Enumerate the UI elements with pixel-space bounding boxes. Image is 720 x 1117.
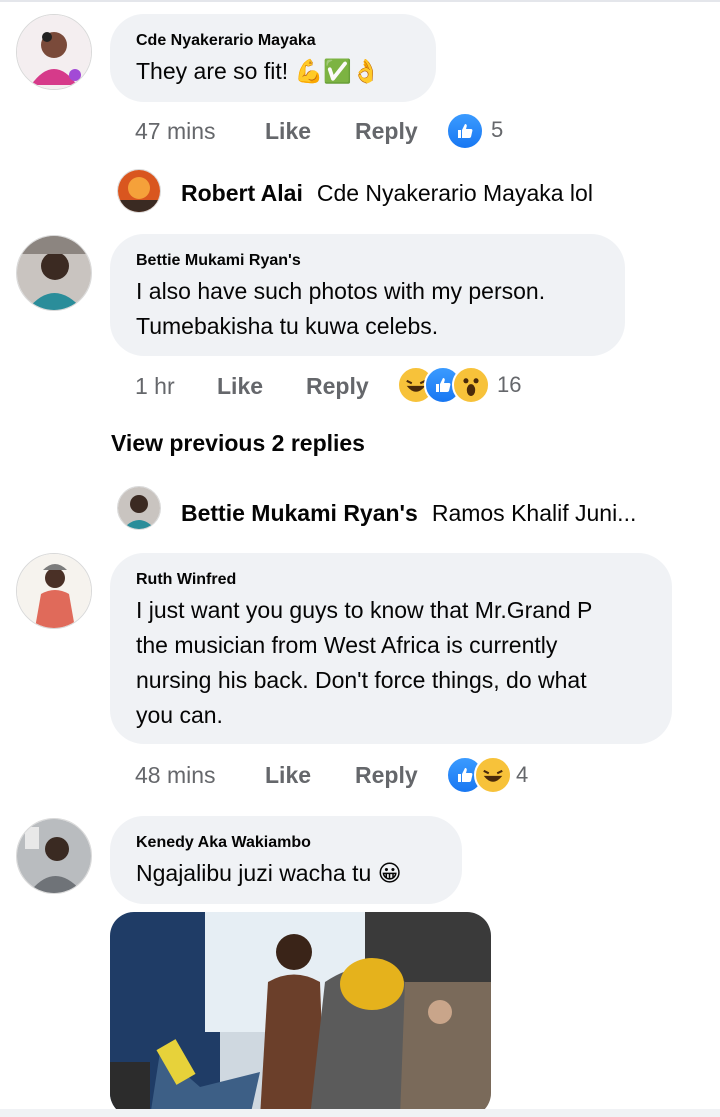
reply-button[interactable]: Reply (355, 762, 418, 789)
haha-icon[interactable] (474, 756, 512, 794)
comment-text: Ngajalibu juzi wacha tu 😀 (136, 860, 402, 886)
comment-text-line: I just want you guys to know that Mr.Gra… (136, 597, 593, 623)
like-button[interactable]: Like (265, 762, 311, 789)
view-previous-replies-link[interactable]: View previous 2 replies (111, 430, 365, 457)
avatar-image (118, 487, 160, 529)
avatar[interactable] (16, 818, 92, 894)
reaction-count[interactable]: 5 (491, 117, 503, 143)
comment-time: 47 mins (135, 118, 216, 144)
reaction-count[interactable]: 16 (497, 372, 521, 398)
like-button[interactable]: Like (217, 373, 263, 400)
reply-preview[interactable]: Cde Nyakerario Mayaka lol (317, 180, 593, 206)
comment-bubble[interactable]: Ruth Winfred I just want you guys to kno… (110, 553, 672, 744)
reply-author[interactable]: Bettie Mukami Ryan's (181, 500, 418, 526)
comment-bubble[interactable]: Kenedy Aka Wakiambo Ngajalibu juzi wacha… (110, 816, 462, 904)
comment-text: They are so fit! 💪✅👌 (136, 58, 381, 84)
avatar-image (17, 554, 91, 628)
commenter-name[interactable]: Ruth Winfred (136, 571, 236, 589)
comment-bubble[interactable]: Bettie Mukami Ryan's I also have such ph… (110, 234, 625, 356)
reply-author[interactable]: Robert Alai (181, 180, 303, 206)
comment-text-line: Tumebakisha tu kuwa celebs. (136, 313, 439, 339)
comment-text-line: I also have such photos with my person. (136, 278, 546, 304)
wow-icon[interactable] (452, 366, 490, 404)
reply-preview[interactable]: Ramos Khalif Juni... (432, 500, 637, 526)
commenter-name[interactable]: Bettie Mukami Ryan's (136, 252, 301, 270)
like-icon[interactable] (446, 112, 484, 150)
bottom-divider (0, 1109, 720, 1117)
reply-button[interactable]: Reply (306, 373, 369, 400)
commenter-name[interactable]: Kenedy Aka Wakiambo (136, 834, 311, 852)
comment-text-line: nursing his back. Don't force things, do… (136, 667, 587, 693)
commenter-name[interactable]: Cde Nyakerario Mayaka (136, 32, 316, 50)
avatar-image (17, 236, 91, 310)
comment-time: 48 mins (135, 762, 216, 788)
comment-text-line: the musician from West Africa is current… (136, 632, 558, 658)
avatar-image (118, 170, 160, 212)
reaction-count[interactable]: 4 (516, 762, 528, 788)
reply-row[interactable]: Bettie Mukami Ryan's Ramos Khalif Juni... (181, 500, 636, 527)
avatar-image (17, 15, 91, 89)
avatar[interactable] (16, 235, 92, 311)
photo-image (110, 912, 491, 1117)
top-divider (0, 0, 720, 2)
avatar-image (17, 819, 91, 893)
reply-button[interactable]: Reply (355, 118, 418, 145)
like-button[interactable]: Like (265, 118, 311, 145)
comment-time: 1 hr (135, 373, 175, 399)
comment-photo[interactable] (110, 912, 491, 1117)
avatar[interactable] (16, 553, 92, 629)
avatar[interactable] (117, 169, 161, 213)
avatar[interactable] (16, 14, 92, 90)
comment-bubble[interactable]: Cde Nyakerario Mayaka They are so fit! 💪… (110, 14, 436, 102)
avatar[interactable] (117, 486, 161, 530)
comment-text-line: you can. (136, 702, 223, 728)
reply-row[interactable]: Robert Alai Cde Nyakerario Mayaka lol (181, 180, 593, 207)
